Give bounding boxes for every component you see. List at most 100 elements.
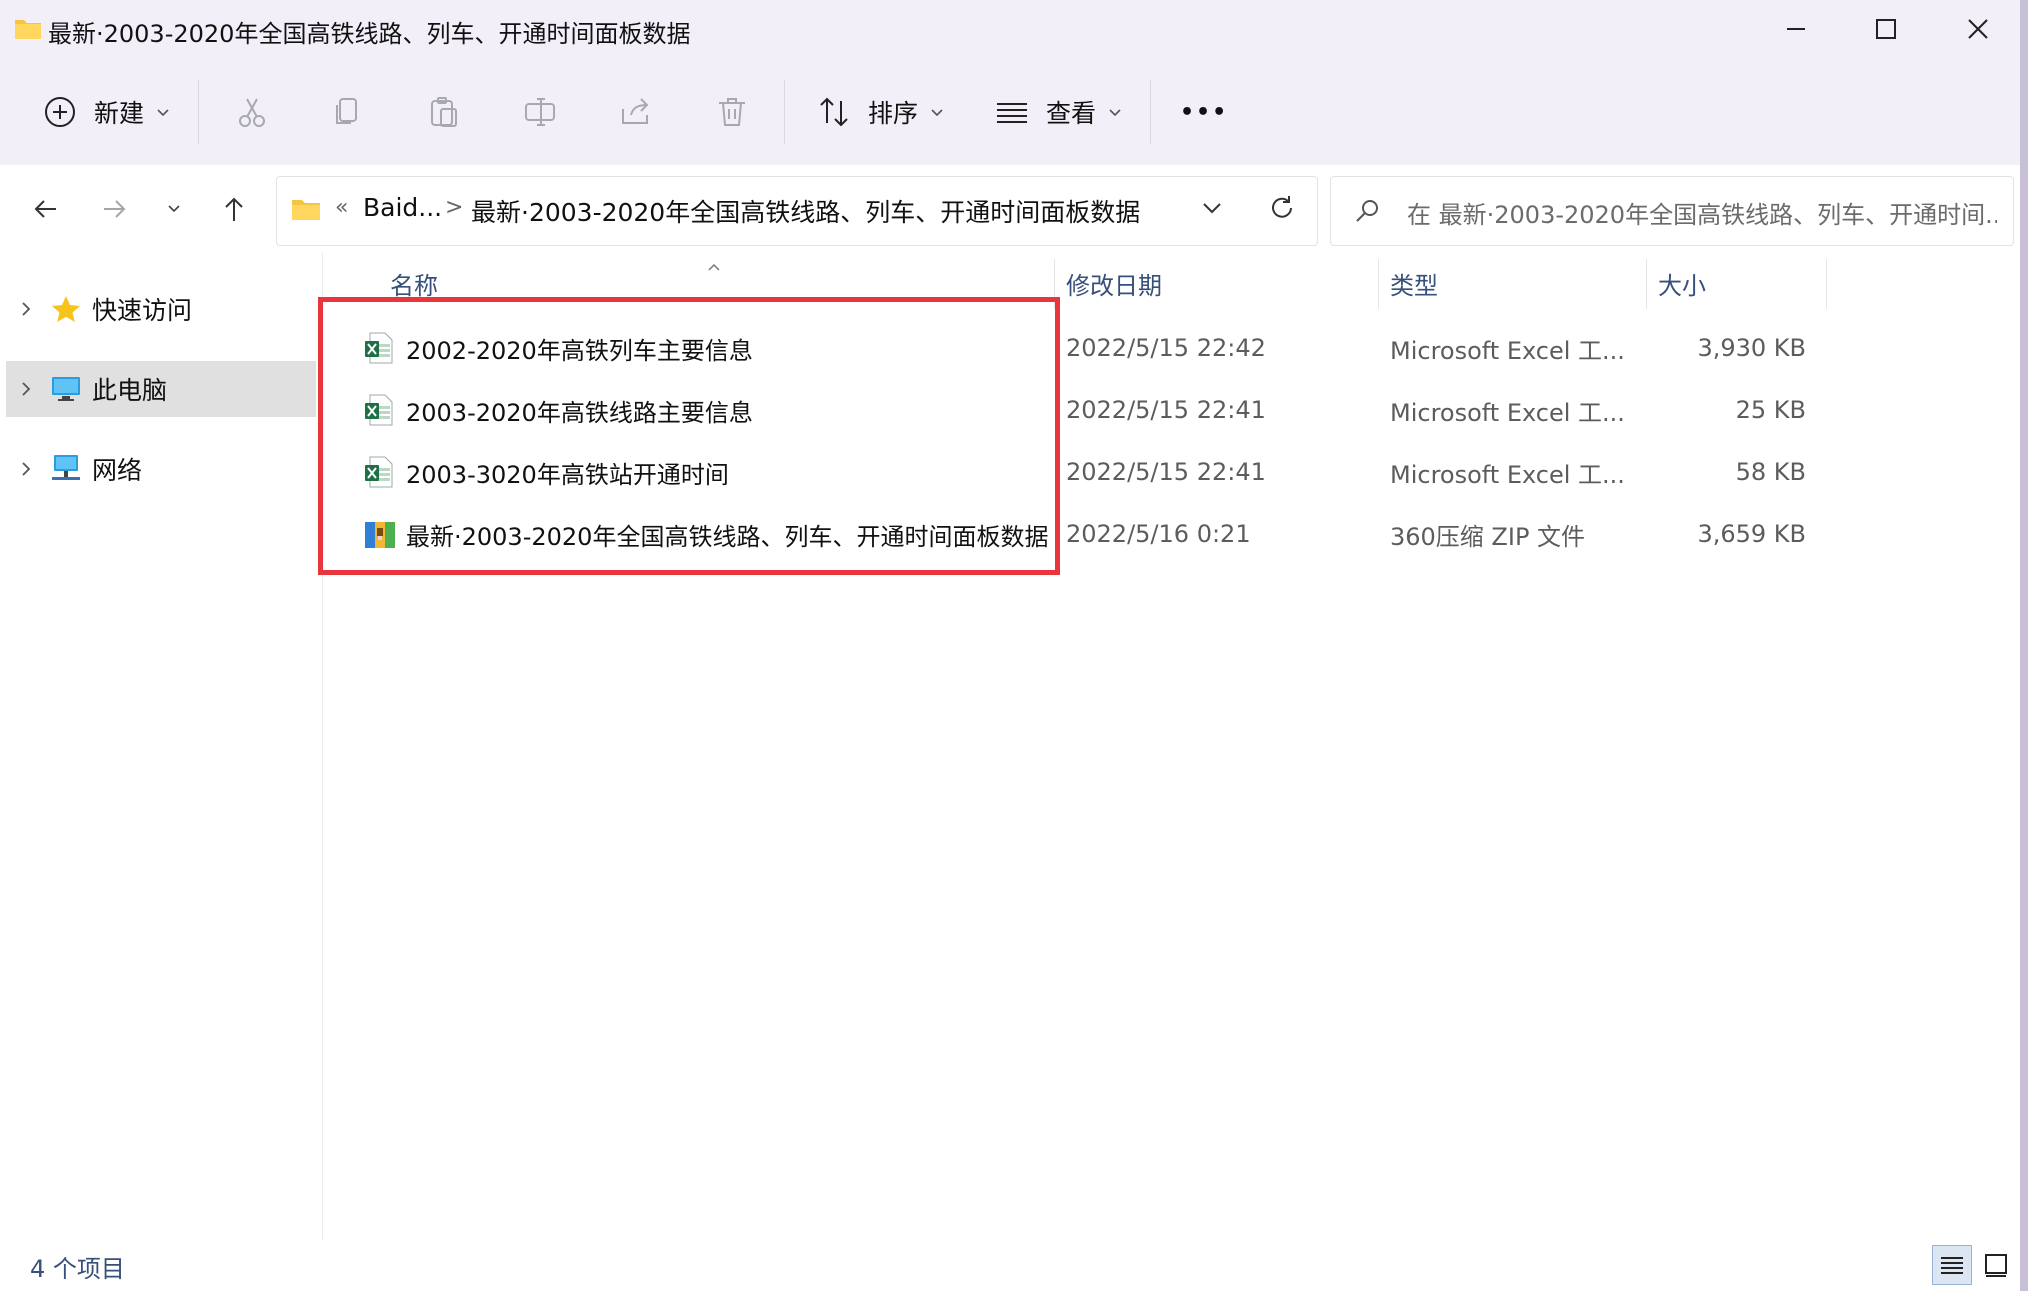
file-modified: 2022/5/15 22:41: [1066, 458, 1266, 486]
trash-icon: [712, 92, 752, 132]
column-header-modified[interactable]: 修改日期: [1066, 253, 1366, 313]
view-button[interactable]: 查看: [992, 72, 1122, 152]
chevron-down-icon: [930, 103, 944, 122]
sort-button[interactable]: 排序: [814, 72, 944, 152]
file-type: Microsoft Excel 工...: [1390, 336, 1625, 365]
address-dropdown-icon[interactable]: [1199, 195, 1225, 225]
close-icon: [1968, 19, 1988, 39]
sidebar-item-label: 网络: [92, 456, 143, 485]
sidebar-item-quick-access[interactable]: 快速访问: [6, 281, 316, 337]
file-list: 名称 修改日期 类型 大小 2002-2020年高铁列车主要信息 2022/5/…: [326, 253, 2028, 1239]
details-view-button[interactable]: [1932, 1245, 1972, 1285]
share-icon: [616, 92, 656, 132]
scissors-icon: [232, 92, 272, 132]
chevron-down-icon: [1108, 103, 1122, 122]
file-row[interactable]: 2003-2020年高铁线路主要信息 2022/5/15 22:41 Micro…: [326, 379, 1826, 441]
address-bar[interactable]: « Baid... > 最新·2003-2020年全国高铁线路、列车、开通时间面…: [276, 176, 1318, 246]
file-modified: 2022/5/16 0:21: [1066, 520, 1251, 548]
column-divider[interactable]: [1054, 259, 1055, 309]
star-icon: [46, 294, 86, 324]
rename-button[interactable]: [520, 72, 560, 152]
file-row[interactable]: 2003-3020年高铁站开通时间 2022/5/15 22:41 Micros…: [326, 441, 1826, 503]
file-name: 2002-2020年高铁列车主要信息: [406, 336, 753, 365]
details-view-icon: [1941, 1257, 1963, 1274]
column-header-size[interactable]: 大小: [1658, 253, 1808, 313]
delete-button[interactable]: [712, 72, 752, 152]
list-view-icon: [992, 92, 1032, 132]
column-divider[interactable]: [1826, 259, 1827, 309]
toolbar-divider: [784, 80, 785, 144]
breadcrumb-separator[interactable]: >: [445, 195, 463, 220]
copy-icon: [328, 92, 368, 132]
arrow-left-icon: [34, 200, 56, 218]
toolbar-divider: [1150, 80, 1151, 144]
arrow-up-icon: [225, 197, 243, 221]
item-count: 4 个项目: [30, 1255, 125, 1283]
title-bar: 最新·2003-2020年全国高铁线路、列车、开通时间面板数据: [0, 0, 2028, 58]
folder-icon: [291, 197, 321, 225]
cut-button[interactable]: [232, 72, 272, 152]
file-row[interactable]: 最新·2003-2020年全国高铁线路、列车、开通时间面板数据 2022/5/1…: [326, 503, 1826, 565]
excel-file-icon: [364, 332, 394, 368]
breadcrumb-segment[interactable]: Baid...: [363, 193, 442, 222]
excel-file-icon: [364, 394, 394, 430]
file-type: 360压缩 ZIP 文件: [1390, 522, 1586, 551]
folder-icon: [14, 16, 42, 44]
file-type: Microsoft Excel 工...: [1390, 398, 1625, 427]
breadcrumb-overflow[interactable]: «: [335, 195, 348, 220]
column-header-type[interactable]: 类型: [1390, 253, 1630, 313]
file-size: 25 KB: [1735, 396, 1806, 424]
file-size: 3,930 KB: [1697, 334, 1806, 362]
file-size: 3,659 KB: [1697, 520, 1806, 548]
share-button[interactable]: [616, 72, 656, 152]
back-button[interactable]: [24, 187, 68, 231]
forward-button[interactable]: [92, 187, 136, 231]
sort-icon: [814, 92, 854, 132]
breadcrumb-current[interactable]: 最新·2003-2020年全国高铁线路、列车、开通时间面板数据: [471, 193, 1140, 229]
paste-button[interactable]: [424, 72, 464, 152]
recent-locations-button[interactable]: [152, 187, 196, 231]
minimize-icon: [1787, 28, 1805, 30]
column-header-name[interactable]: 名称: [390, 253, 770, 313]
file-row[interactable]: 2002-2020年高铁列车主要信息 2022/5/15 22:42 Micro…: [326, 317, 1826, 379]
new-button[interactable]: 新建: [40, 72, 170, 152]
chevron-down-icon: [168, 205, 180, 213]
chevron-down-icon: [156, 103, 170, 122]
more-options-button[interactable]: •••: [1180, 72, 1228, 152]
view-label: 查看: [1046, 99, 1097, 128]
chevron-right-icon[interactable]: [6, 460, 46, 478]
chevron-right-icon[interactable]: [6, 380, 46, 398]
minimize-button[interactable]: [1750, 0, 1842, 58]
up-button[interactable]: [212, 187, 256, 231]
copy-button[interactable]: [328, 72, 368, 152]
search-input[interactable]: 在 最新·2003-2020年全国高铁线路、列车、开通时间...: [1407, 195, 1997, 230]
file-size: 58 KB: [1735, 458, 1806, 486]
file-modified: 2022/5/15 22:41: [1066, 396, 1266, 424]
window-edge: [2020, 0, 2028, 1291]
column-divider[interactable]: [1378, 259, 1379, 309]
maximize-button[interactable]: [1840, 0, 1932, 58]
command-area: 最新·2003-2020年全国高铁线路、列车、开通时间面板数据 新建 排序 查看…: [0, 0, 2028, 166]
close-button[interactable]: [1932, 0, 2024, 58]
rename-icon: [520, 92, 560, 132]
new-label: 新建: [94, 99, 145, 128]
toolbar: 新建 排序 查看 •••: [0, 72, 2028, 152]
file-name: 最新·2003-2020年全国高铁线路、列车、开通时间面板数据: [406, 522, 1049, 551]
search-box[interactable]: 在 最新·2003-2020年全国高铁线路、列车、开通时间...: [1330, 176, 2014, 246]
search-icon: [1353, 197, 1381, 229]
paste-icon: [424, 92, 464, 132]
chevron-right-icon[interactable]: [6, 300, 46, 318]
file-explorer-window: 最新·2003-2020年全国高铁线路、列车、开通时间面板数据 新建 排序 查看…: [0, 0, 2028, 1291]
refresh-icon[interactable]: [1267, 193, 1297, 227]
plus-circle-icon: [40, 92, 80, 132]
sidebar-item-network[interactable]: 网络: [6, 441, 316, 497]
sidebar-item-label: 此电脑: [92, 376, 168, 405]
column-divider[interactable]: [1646, 259, 1647, 309]
zip-archive-icon: [364, 518, 396, 554]
sort-label: 排序: [868, 99, 919, 128]
excel-file-icon: [364, 456, 394, 492]
sidebar-item-this-pc[interactable]: 此电脑: [6, 361, 316, 417]
file-type: Microsoft Excel 工...: [1390, 460, 1625, 489]
maximize-icon: [1876, 19, 1896, 39]
large-icons-view-button[interactable]: [1976, 1245, 2016, 1285]
